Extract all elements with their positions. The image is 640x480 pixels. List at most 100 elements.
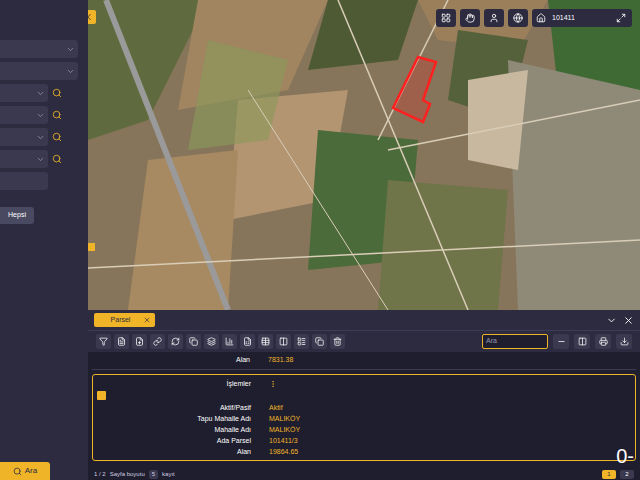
sidebar: Hepsi Ara	[0, 0, 88, 480]
table-option-icon	[620, 337, 629, 346]
tool-button[interactable]	[204, 334, 219, 349]
filter-row	[0, 84, 88, 102]
results-panel: Parsel Ara Alan7831.38 İşlemlerAktif/PasifA…	[88, 310, 640, 480]
tool-button[interactable]	[276, 334, 291, 349]
tool-icon	[279, 337, 288, 346]
map-tool-button[interactable]	[508, 9, 528, 27]
resize-handle[interactable]	[88, 243, 95, 251]
satellite-map-icon	[88, 0, 640, 310]
tool-button[interactable]	[114, 334, 129, 349]
record-field: Mahalle AdıMALIKÖY	[93, 424, 635, 435]
tool-button[interactable]	[150, 334, 165, 349]
map-tool-button[interactable]	[460, 9, 480, 27]
filter-select[interactable]	[0, 40, 78, 58]
filter-row	[0, 172, 88, 190]
search-icon[interactable]	[52, 110, 62, 120]
home-icon[interactable]	[536, 13, 546, 23]
filter-select[interactable]	[0, 150, 48, 168]
chevron-left-icon	[88, 12, 94, 22]
tool-icon	[99, 337, 108, 346]
chevron-down-icon	[66, 67, 75, 76]
search-button[interactable]: Ara	[0, 462, 50, 480]
tool-button[interactable]	[312, 334, 327, 349]
collapse-sidebar-button[interactable]	[88, 10, 96, 24]
filter-row	[0, 150, 88, 168]
table-option-icon	[599, 337, 608, 346]
app: Hepsi Ara 101411 Parsel Ara Alan7831.38 İşleml…	[0, 0, 640, 480]
record-field: Aktif/PasifAktif	[93, 402, 635, 413]
all-button[interactable]: Hepsi	[0, 207, 34, 224]
filter-select[interactable]	[0, 106, 48, 124]
parcel-search[interactable]: 101411	[532, 9, 632, 27]
filter-input[interactable]	[0, 172, 48, 190]
tool-button[interactable]	[132, 334, 147, 349]
tool-icon	[333, 337, 342, 346]
map-tool-icon	[465, 13, 475, 23]
chevron-down-icon	[36, 111, 45, 120]
page-button[interactable]: 2	[620, 470, 634, 479]
table-option-icon	[578, 337, 587, 346]
page-button[interactable]: 1	[602, 470, 616, 479]
record-checkbox[interactable]	[97, 391, 106, 400]
map-tool-icon	[441, 13, 451, 23]
filter-select[interactable]	[0, 128, 48, 146]
chevron-down-icon	[36, 155, 45, 164]
tool-icon	[153, 337, 162, 346]
map-tool-button[interactable]	[484, 9, 504, 27]
table-option-button[interactable]	[553, 334, 569, 349]
filter-row	[0, 62, 88, 80]
table-option-button[interactable]	[574, 334, 590, 349]
panel-tab[interactable]: Parsel	[94, 313, 155, 327]
tool-button[interactable]	[186, 334, 201, 349]
search-icon[interactable]	[52, 132, 62, 142]
search-icon[interactable]	[52, 154, 62, 164]
table-option-icon	[557, 337, 566, 346]
fullscreen-icon[interactable]	[616, 13, 626, 23]
tool-button[interactable]	[168, 334, 183, 349]
chevron-down-icon	[36, 133, 45, 142]
page-size-select[interactable]: 5	[149, 470, 158, 479]
panel-header: Parsel	[88, 310, 640, 330]
summary-row: Alan7831.38	[92, 352, 636, 370]
tool-icon	[261, 337, 270, 346]
table-option-button[interactable]	[616, 334, 632, 349]
table-option-button[interactable]	[595, 334, 611, 349]
overflow-text: 0-	[616, 446, 634, 466]
tool-button[interactable]	[294, 334, 309, 349]
close-icon[interactable]	[143, 316, 151, 324]
actions-icon[interactable]	[269, 380, 277, 388]
panel-search[interactable]: Ara	[482, 334, 548, 349]
record-field: Tapu Mahalle AdıMALIKÖY	[93, 413, 635, 424]
record-card: İşlemlerAktif/PasifAktifTapu Mahalle Adı…	[92, 374, 636, 461]
close-panel-icon[interactable]	[623, 315, 634, 326]
tool-icon	[117, 337, 126, 346]
chevron-down-icon	[36, 89, 45, 98]
tool-icon	[207, 337, 216, 346]
record-field: Alan19864.65	[93, 446, 635, 457]
map-toolbar: 101411	[436, 9, 632, 27]
tool-icon	[315, 337, 324, 346]
record-field: Ada Parsel101411/3	[93, 435, 635, 446]
collapse-icon[interactable]	[606, 315, 617, 326]
chevron-down-icon	[66, 45, 75, 54]
tool-button[interactable]	[240, 334, 255, 349]
search-icon[interactable]	[52, 88, 62, 98]
filter-select[interactable]	[0, 62, 78, 80]
map-tool-button[interactable]	[436, 9, 456, 27]
filter-row	[0, 106, 88, 124]
tool-icon	[243, 337, 252, 346]
panel-toolbar: Ara	[88, 330, 640, 352]
tool-button[interactable]	[330, 334, 345, 349]
tool-icon	[135, 337, 144, 346]
map-tool-icon	[513, 13, 523, 23]
tool-icon	[189, 337, 198, 346]
tool-icon	[171, 337, 180, 346]
filter-row	[0, 40, 88, 58]
filter-select[interactable]	[0, 84, 48, 102]
tool-button[interactable]	[222, 334, 237, 349]
tool-icon	[225, 337, 234, 346]
search-icon	[13, 467, 22, 476]
tool-button[interactable]	[258, 334, 273, 349]
tool-button[interactable]	[96, 334, 111, 349]
map[interactable]: 101411	[88, 0, 640, 310]
